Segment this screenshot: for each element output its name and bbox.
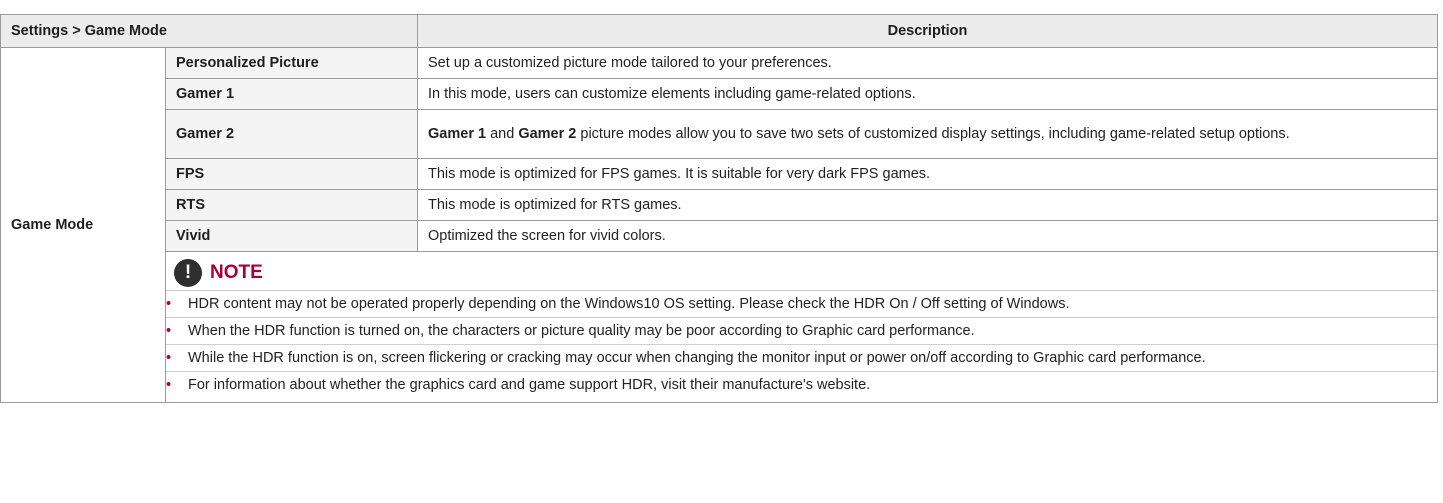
note-item: • When the HDR function is turned on, the… [166, 317, 1438, 344]
note-item-text: When the HDR function is turned on, the … [188, 323, 975, 339]
row-desc-personalized-picture: Set up a customized picture mode tailore… [417, 47, 1439, 79]
note-item-text: HDR content may not be operated properly… [188, 296, 1070, 312]
bullet-dot: • [166, 296, 172, 312]
row-label-gamer-2: Gamer 2 [164, 109, 419, 159]
table-row: Vivid Optimized the screen for vivid col… [1, 220, 1439, 252]
header-settings-path: Settings > Game Mode [0, 14, 419, 48]
note-item: • While the HDR function is on, screen fl… [166, 344, 1438, 371]
row-desc-fps: This mode is optimized for FPS games. It… [417, 158, 1439, 190]
desc-rest: picture modes allow you to save two sets… [576, 125, 1290, 142]
bullet-dot: • [166, 377, 172, 393]
exclamation-icon: ! [174, 259, 202, 287]
note-section: ! NOTE • HDR content may not be operated … [164, 251, 1439, 403]
desc-connector: and [486, 125, 519, 142]
table-header-row: Settings > Game Mode Description [0, 14, 1439, 48]
row-label-rts: RTS [164, 189, 419, 221]
note-row: ! NOTE • HDR content may not be operated … [1, 251, 1439, 403]
note-header: ! NOTE [174, 258, 1427, 288]
table-row: Game Mode Personalized Picture Set up a … [0, 47, 1439, 403]
gamer-1-bold: Gamer 1 [428, 125, 487, 142]
note-item-text: While the HDR function is on, screen fli… [188, 350, 1206, 366]
row-desc-gamer-2: Gamer 1 and Gamer 2 picture modes allow … [417, 109, 1439, 159]
bullet-dot: • [166, 323, 172, 339]
note-item-text: For information about whether the graphi… [188, 377, 871, 393]
row-desc-vivid: Optimized the screen for vivid colors. [417, 220, 1439, 252]
table-row: Gamer 1 In this mode, users can customiz… [1, 78, 1439, 110]
row-label-gamer-1: Gamer 1 [164, 78, 419, 110]
table-row: FPS This mode is optimized for FPS games… [1, 158, 1439, 190]
note-item: • HDR content may not be operated properl… [166, 290, 1438, 317]
row-label-vivid: Vivid [164, 220, 419, 252]
bullet-dot: • [166, 350, 172, 366]
row-desc-rts: This mode is optimized for RTS games. [417, 189, 1439, 221]
row-label-fps: FPS [164, 158, 419, 190]
note-item: • For information about whether the graph… [166, 371, 1438, 398]
row-label-personalized-picture: Personalized Picture [164, 47, 419, 79]
note-title: NOTE [210, 262, 263, 283]
game-mode-label: Game Mode [0, 47, 166, 403]
row-desc-gamer-1: In this mode, users can customize elemen… [417, 78, 1439, 110]
gamer-2-bold: Gamer 2 [518, 125, 577, 142]
table-row: RTS This mode is optimized for RTS games… [1, 189, 1439, 221]
settings-table-page: Settings > Game Mode Description Game Mo… [0, 0, 1443, 503]
header-description: Description [417, 14, 1439, 48]
table-row: Gamer 2 Gamer 1 and Gamer 2 picture mode… [1, 109, 1439, 159]
game-mode-settings-table: Settings > Game Mode Description Game Mo… [0, 14, 1439, 403]
